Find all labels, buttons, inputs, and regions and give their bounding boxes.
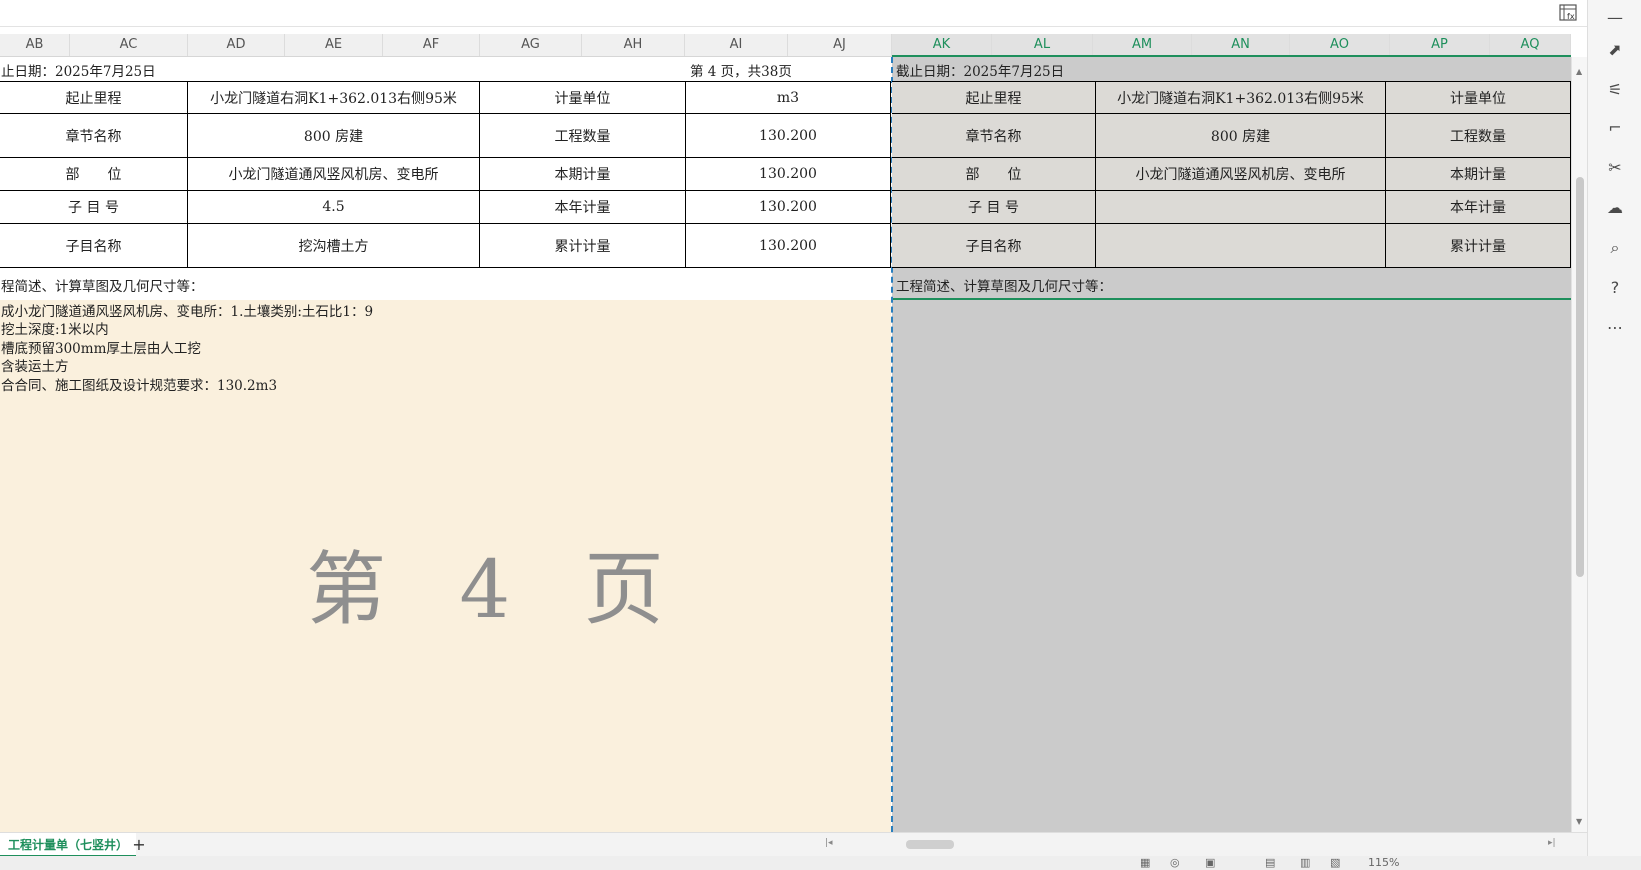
left-cell-r3-c2[interactable]: 本年计量 (480, 191, 686, 224)
selection-border (892, 298, 1571, 300)
page-break-view-icon[interactable]: ▧ (1330, 856, 1340, 869)
left-cell-r4-c2[interactable]: 累计计量 (480, 224, 686, 268)
left-cell-r1-c0[interactable]: 章节名称 (0, 114, 188, 158)
left-cell-r0-c2[interactable]: 计量单位 (480, 81, 686, 114)
scroll-right-icon[interactable]: ▸| (1548, 838, 1556, 848)
column-header-af[interactable]: AF (383, 34, 480, 56)
description-line[interactable]: 含装运土方 (1, 355, 69, 375)
book-search-icon[interactable]: ⌕ (1605, 238, 1625, 258)
column-header-ao[interactable]: AO (1290, 34, 1390, 56)
right-cell-r4-c1[interactable] (1096, 224, 1386, 268)
right-cell-r2-c2[interactable]: 本期计量 (1386, 158, 1571, 191)
column-header-ae[interactable]: AE (285, 34, 383, 56)
desc-heading-left[interactable]: 程简述、计算草图及几何尺寸等： (1, 275, 204, 295)
column-header-ak[interactable]: AK (892, 34, 992, 56)
settings-sliders-icon[interactable]: ⚟ (1605, 80, 1625, 100)
right-cell-r0-c2[interactable]: 计量单位 (1386, 81, 1571, 114)
svg-text:fx: fx (1567, 12, 1575, 21)
page-count-label[interactable]: 第 4 页，共38页 (690, 60, 792, 80)
right-cell-r3-c2[interactable]: 本年计量 (1386, 191, 1571, 224)
zoom-level[interactable]: 115% (1368, 856, 1399, 869)
layout-view-icon[interactable]: ▤ (1265, 856, 1275, 869)
help-icon[interactable]: ? (1605, 278, 1625, 298)
description-line[interactable]: 槽底预留300mm厚土层由人工挖 (1, 337, 201, 357)
right-cell-r4-c0[interactable]: 子目名称 (892, 224, 1096, 268)
page-view-icon[interactable]: ▣ (1205, 856, 1215, 869)
left-cell-r1-c2[interactable]: 工程数量 (480, 114, 686, 158)
right-cell-r2-c0[interactable]: 部 位 (892, 158, 1096, 191)
date-line-left[interactable]: 止日期：2025年7月25日 (1, 60, 156, 80)
select-icon[interactable]: ⬈ (1605, 40, 1625, 60)
left-cell-r2-c1[interactable]: 小龙门隧道通风竖风机房、变电所 (188, 158, 480, 191)
description-line[interactable]: 挖土深度:1米以内 (1, 318, 109, 338)
column-header-ag[interactable]: AG (480, 34, 582, 56)
right-cell-r0-c1[interactable]: 小龙门隧道右洞K1+362.013右侧95米 (1096, 81, 1386, 114)
left-cell-r0-c3[interactable]: m3 (686, 81, 891, 114)
left-cell-r0-c0[interactable]: 起止里程 (0, 81, 188, 114)
more-icon[interactable]: ⋯ (1605, 318, 1625, 338)
description-line[interactable]: 合合同、施工图纸及设计规范要求：130.2m3 (1, 374, 277, 394)
right-cell-r0-c0[interactable]: 起止里程 (892, 81, 1096, 114)
left-cell-r4-c1[interactable]: 挖沟槽土方 (188, 224, 480, 268)
cloud-icon[interactable]: ☁ (1605, 198, 1625, 218)
left-cell-r3-c0[interactable]: 子 目 号 (0, 191, 188, 224)
left-cell-r3-c1[interactable]: 4.5 (188, 191, 480, 224)
sheet-tab-active[interactable]: 工程计量单（七竖井） (0, 833, 137, 857)
function-icon[interactable]: fx (1559, 4, 1579, 22)
grid-view-icon[interactable]: ▥ (1300, 856, 1310, 869)
scroll-left-icon[interactable]: |◂ (825, 838, 833, 848)
right-cell-r1-c0[interactable]: 章节名称 (892, 114, 1096, 158)
desc-heading-right[interactable]: 工程简述、计算草图及几何尺寸等： (896, 275, 1112, 295)
right-cell-r1-c1[interactable]: 800 房建 (1096, 114, 1386, 158)
left-cell-r1-c3[interactable]: 130.200 (686, 114, 891, 158)
right-cell-r4-c2[interactable]: 累计计量 (1386, 224, 1571, 268)
eye-icon[interactable]: ◎ (1170, 856, 1180, 869)
minimize-icon[interactable]: — (1605, 8, 1625, 28)
column-header-aj[interactable]: AJ (788, 34, 892, 56)
column-header-ap[interactable]: AP (1390, 34, 1490, 56)
column-header-an[interactable]: AN (1192, 34, 1290, 56)
horizontal-scroll-thumb[interactable] (906, 840, 954, 849)
column-header-ai[interactable]: AI (685, 34, 788, 56)
column-header-al[interactable]: AL (992, 34, 1093, 56)
left-cell-r0-c1[interactable]: 小龙门隧道右洞K1+362.013右侧95米 (188, 81, 480, 114)
right-cell-r1-c2[interactable]: 工程数量 (1386, 114, 1571, 158)
column-header-bar: AB AC AD AE AF AG AH AI AJ AK AL AM AN AO AP AQ (0, 34, 1571, 57)
left-cell-r2-c3[interactable]: 130.200 (686, 158, 891, 191)
vertical-scroll-thumb[interactable] (1576, 177, 1584, 577)
sheet-tab-bar: 工程计量单（七竖井） + |◂ ▸| (0, 832, 1587, 857)
normal-view-icon[interactable]: ▦ (1140, 856, 1150, 869)
column-header-ah[interactable]: AH (582, 34, 685, 56)
left-cell-r1-c1[interactable]: 800 房建 (188, 114, 480, 158)
column-header-ac[interactable]: AC (70, 34, 188, 56)
left-cell-r3-c3[interactable]: 130.200 (686, 191, 891, 224)
date-line-right[interactable]: 截止日期：2025年7月25日 (896, 60, 1064, 80)
add-sheet-button[interactable]: + (130, 833, 148, 857)
vertical-scrollbar[interactable]: ▲ ▼ (1571, 57, 1588, 832)
column-header-aq[interactable]: AQ (1490, 34, 1571, 56)
status-bar: ▦ ◎ ▣ ▤ ▥ ▧ 115% (0, 856, 1641, 870)
scroll-up-icon[interactable]: ▲ (1576, 67, 1582, 76)
column-header-ad[interactable]: AD (188, 34, 285, 56)
spreadsheet-grid[interactable]: 止日期：2025年7月25日 第 4 页，共38页 截止日期：2025年7月25… (0, 57, 1571, 832)
left-cell-r2-c2[interactable]: 本期计量 (480, 158, 686, 191)
column-header-ab[interactable]: AB (0, 34, 70, 56)
scroll-down-icon[interactable]: ▼ (1576, 817, 1582, 826)
right-cell-r3-c1[interactable] (1096, 191, 1386, 224)
tools-icon[interactable]: ✂ (1605, 158, 1625, 178)
right-cell-r3-c0[interactable]: 子 目 号 (892, 191, 1096, 224)
column-header-am[interactable]: AM (1093, 34, 1192, 56)
left-cell-r2-c0[interactable]: 部 位 (0, 158, 188, 191)
description-line[interactable]: 成小龙门隧道通风竖风机房、变电所：1.土壤类别:土石比1：9 (1, 300, 373, 320)
page-watermark: 第 4 页 (306, 543, 688, 636)
right-cell-r2-c1[interactable]: 小龙门隧道通风竖风机房、变电所 (1096, 158, 1386, 191)
formula-bar[interactable]: fx (0, 0, 1587, 27)
left-cell-r4-c3[interactable]: 130.200 (686, 224, 891, 268)
crop-icon[interactable]: ⌐ (1605, 118, 1625, 138)
right-sidebar: — ⬈ ⚟ ⌐ ✂ ☁ ⌕ ? ⋯ (1587, 0, 1641, 870)
left-cell-r4-c0[interactable]: 子目名称 (0, 224, 188, 268)
